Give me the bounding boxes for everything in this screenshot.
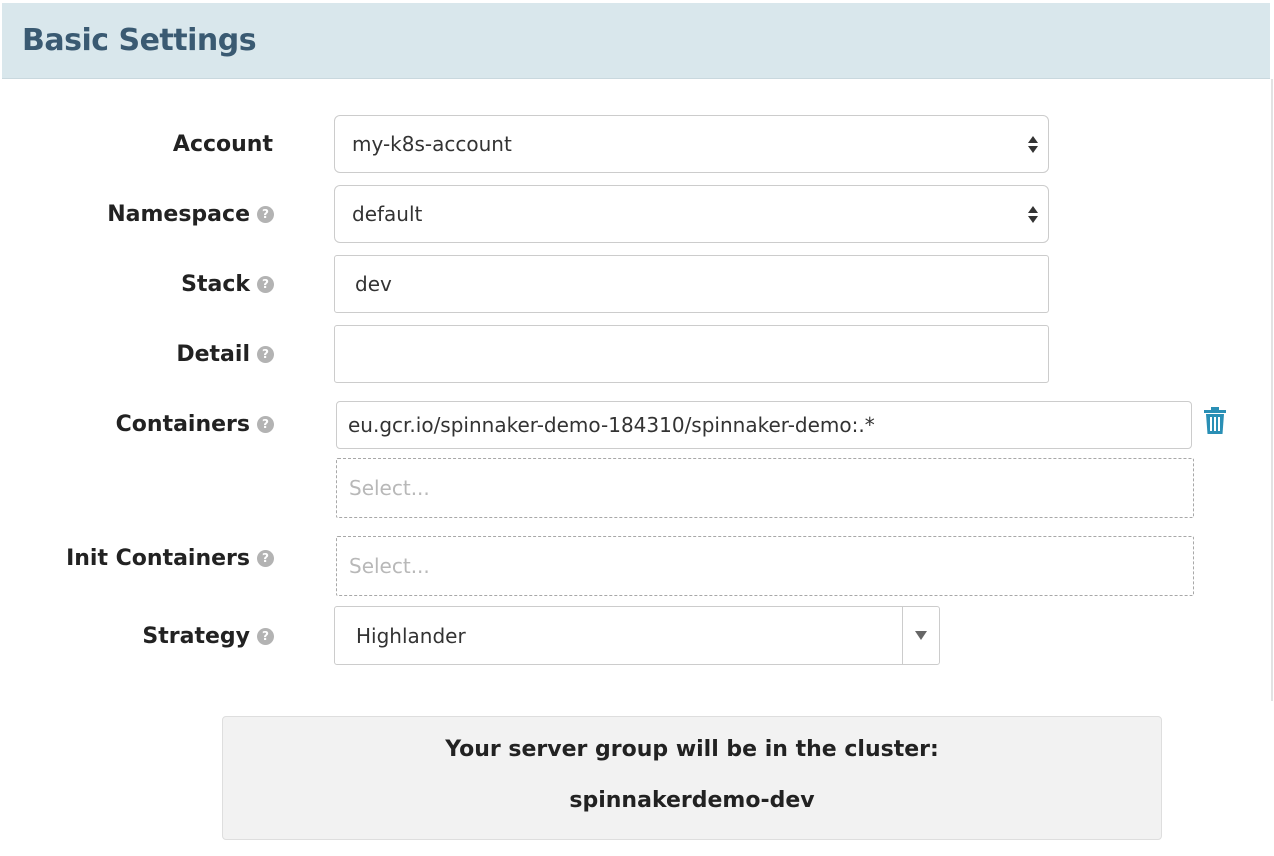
strategy-dropdown-toggle[interactable] [902, 607, 939, 664]
cluster-info-label: Your server group will be in the cluster… [445, 737, 939, 762]
panel-border [1271, 79, 1273, 701]
question-circle-icon[interactable]: ? [257, 627, 274, 645]
strategy-label-text: Strategy [142, 623, 250, 649]
strategy-select-value: Highlander [356, 623, 466, 648]
containers-select-placeholder: Select... [349, 476, 430, 500]
namespace-label: Namespace ? [107, 198, 274, 230]
containers-select[interactable]: Select... [336, 458, 1194, 518]
namespace-select-value: default [352, 202, 423, 226]
detail-label: Detail ? [176, 338, 274, 370]
stack-label-text: Stack [181, 271, 250, 297]
trash-icon[interactable] [1203, 407, 1227, 435]
section-title: Basic Settings [22, 23, 257, 58]
question-circle-icon[interactable]: ? [257, 415, 274, 433]
account-select[interactable]: my-k8s-account [334, 115, 1049, 173]
container-image-input[interactable]: eu.gcr.io/spinnaker-demo-184310/spinnake… [336, 401, 1192, 449]
stack-input-value: dev [355, 272, 392, 296]
account-select-value: my-k8s-account [352, 132, 512, 156]
init-containers-label-text: Init Containers [66, 545, 250, 571]
namespace-label-text: Namespace [107, 201, 250, 227]
caret-down-icon [915, 631, 927, 640]
namespace-select[interactable]: default [334, 185, 1049, 243]
sort-arrows-icon [1028, 135, 1038, 153]
sort-arrows-icon [1028, 205, 1038, 223]
section-header: Basic Settings [2, 3, 1270, 79]
account-label: Account [173, 128, 273, 160]
cluster-name: spinnakerdemo-dev [569, 788, 815, 813]
question-circle-icon[interactable]: ? [257, 345, 274, 363]
question-circle-icon[interactable]: ? [257, 275, 274, 293]
stack-input[interactable]: dev [334, 255, 1049, 313]
init-containers-label: Init Containers ? [66, 542, 274, 574]
account-label-text: Account [172, 131, 273, 157]
detail-input[interactable] [334, 325, 1049, 383]
init-containers-select-placeholder: Select... [349, 554, 430, 578]
cluster-info-box: Your server group will be in the cluster… [222, 716, 1162, 840]
containers-label-text: Containers [115, 411, 250, 437]
strategy-label: Strategy ? [142, 620, 274, 652]
container-image-value: eu.gcr.io/spinnaker-demo-184310/spinnake… [348, 413, 875, 437]
containers-label: Containers ? [116, 408, 274, 440]
strategy-select[interactable]: Highlander [334, 606, 940, 665]
init-containers-select[interactable]: Select... [336, 536, 1194, 596]
question-circle-icon[interactable]: ? [257, 549, 274, 567]
stack-label: Stack ? [181, 268, 274, 300]
detail-label-text: Detail [176, 341, 250, 367]
question-circle-icon[interactable]: ? [257, 205, 274, 223]
